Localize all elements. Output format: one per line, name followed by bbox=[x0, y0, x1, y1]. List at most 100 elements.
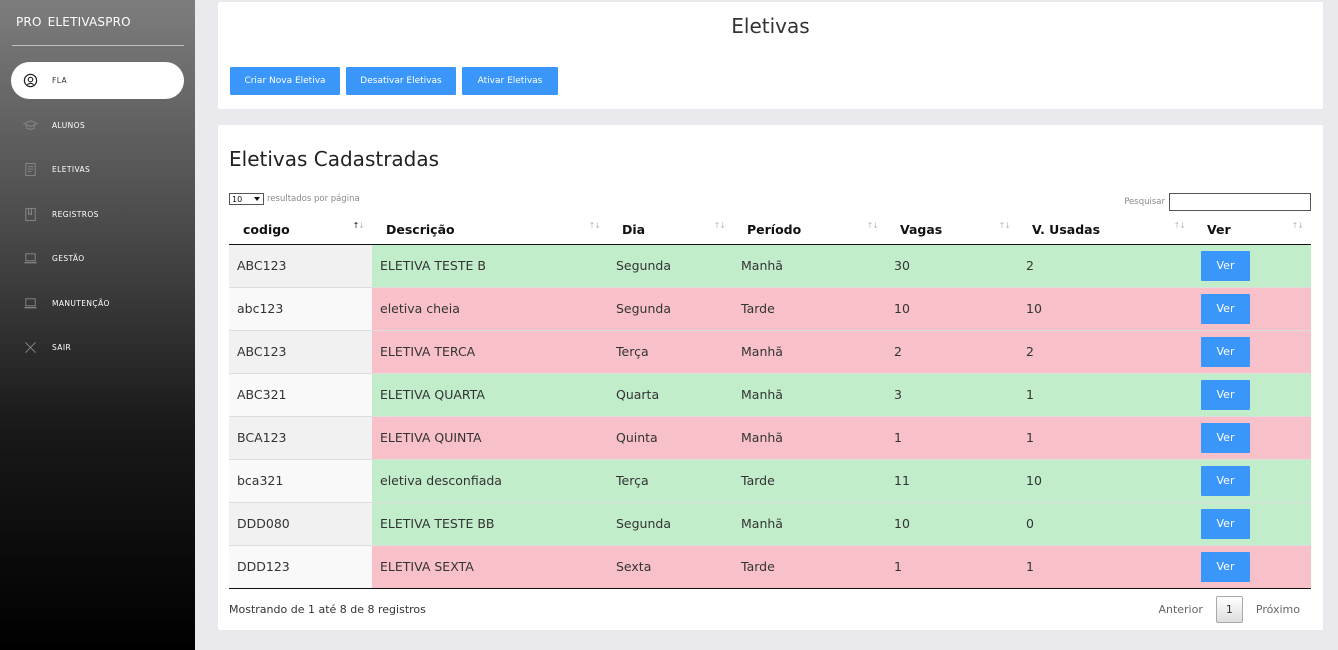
cell-vagas: 2 bbox=[886, 330, 1018, 374]
cell-codigo: ABC321 bbox=[229, 373, 372, 417]
header-card: Eletivas Criar Nova Eletiva Desativar El… bbox=[218, 2, 1323, 109]
pagination-next[interactable]: Próximo bbox=[1256, 603, 1300, 616]
sidebar-item-sair[interactable]: SAIR bbox=[0, 329, 195, 366]
view-button[interactable]: Ver bbox=[1201, 422, 1250, 453]
electives-table: codigo ↑↓ Descrição ↑↓ Dia ↑↓ Período ↑↓ Vag… bbox=[229, 216, 1311, 589]
pagination-previous[interactable]: Anterior bbox=[1158, 603, 1202, 616]
cell-ver: Ver bbox=[1193, 244, 1311, 288]
sidebar-item-eletivas[interactable]: ELETIVAS bbox=[0, 151, 195, 188]
table-info: Mostrando de 1 até 8 de 8 registros bbox=[229, 603, 426, 616]
cell-dia: Quinta bbox=[608, 416, 733, 460]
cell-dia: Sexta bbox=[608, 545, 733, 589]
view-button[interactable]: Ver bbox=[1201, 551, 1250, 582]
view-button[interactable]: Ver bbox=[1201, 336, 1250, 367]
brand-divider bbox=[12, 45, 184, 46]
cell-periodo: Tarde bbox=[733, 545, 886, 589]
search-input[interactable] bbox=[1169, 193, 1311, 211]
cell-descricao: ELETIVA TESTE B bbox=[372, 244, 608, 288]
cell-vagas: 1 bbox=[886, 545, 1018, 589]
view-button[interactable]: Ver bbox=[1201, 465, 1250, 496]
cell-periodo: Manhã bbox=[733, 330, 886, 374]
view-button[interactable]: Ver bbox=[1201, 379, 1250, 410]
column-header-ver[interactable]: Ver ↑↓ bbox=[1193, 216, 1311, 245]
table-row: ABC321 ELETIVA QUARTA Quarta Manhã 3 1 Ver bbox=[229, 373, 1311, 417]
sort-icon: ↑↓ bbox=[1173, 221, 1186, 230]
cell-vagas: 10 bbox=[886, 502, 1018, 546]
table-row: ABC123 ELETIVA TERCA Terça Manhã 2 2 Ver bbox=[229, 330, 1311, 374]
pagination-page-1[interactable]: 1 bbox=[1215, 596, 1243, 623]
page-title: Eletivas bbox=[731, 14, 810, 38]
cell-usadas: 1 bbox=[1018, 416, 1193, 460]
cell-descricao: ELETIVA SEXTA bbox=[372, 545, 608, 589]
document-icon bbox=[22, 162, 38, 178]
view-button[interactable]: Ver bbox=[1201, 250, 1250, 281]
page-length-label: resultados por página bbox=[267, 194, 360, 204]
column-header-vagas[interactable]: Vagas ↑↓ bbox=[886, 216, 1018, 245]
page-length-select[interactable]: 10 bbox=[229, 193, 264, 205]
cell-codigo: abc123 bbox=[229, 287, 372, 331]
sort-icon: ↑↓ bbox=[1291, 221, 1304, 230]
column-header-usadas[interactable]: V. Usadas ↑↓ bbox=[1018, 216, 1193, 245]
cell-descricao: ELETIVA QUINTA bbox=[372, 416, 608, 460]
table-body: ABC123 ELETIVA TESTE B Segunda Manhã 30 2 Ver a… bbox=[229, 244, 1311, 589]
search-control: Pesquisar bbox=[1124, 193, 1311, 211]
cell-dia: Terça bbox=[608, 459, 733, 503]
brand-name: ELETIVASPRO bbox=[47, 15, 131, 29]
activate-electives-button[interactable]: Ativar Eletivas bbox=[462, 67, 558, 95]
cell-ver: Ver bbox=[1193, 459, 1311, 503]
cell-codigo: BCA123 bbox=[229, 416, 372, 460]
cell-descricao: eletiva desconfiada bbox=[372, 459, 608, 503]
cell-vagas: 11 bbox=[886, 459, 1018, 503]
column-header-descricao[interactable]: Descrição ↑↓ bbox=[372, 216, 608, 245]
sidebar-item-gestao[interactable]: GESTÃO bbox=[0, 240, 195, 277]
column-header-codigo[interactable]: codigo ↑↓ bbox=[229, 216, 372, 245]
sidebar-item-fla[interactable]: FLA bbox=[11, 62, 184, 99]
cell-usadas: 10 bbox=[1018, 459, 1193, 503]
cell-ver: Ver bbox=[1193, 502, 1311, 546]
cell-periodo: Tarde bbox=[733, 459, 886, 503]
cell-descricao: eletiva cheia bbox=[372, 287, 608, 331]
section-title: Eletivas Cadastradas bbox=[229, 147, 440, 171]
cell-codigo: DDD080 bbox=[229, 502, 372, 546]
graduation-cap-icon bbox=[22, 117, 38, 133]
cell-codigo: ABC123 bbox=[229, 244, 372, 288]
create-elective-button[interactable]: Criar Nova Eletiva bbox=[230, 67, 340, 95]
view-button[interactable]: Ver bbox=[1201, 508, 1250, 539]
sort-icon: ↑↓ bbox=[998, 221, 1011, 230]
close-icon bbox=[22, 340, 38, 356]
view-button[interactable]: Ver bbox=[1201, 293, 1250, 324]
book-icon bbox=[22, 206, 38, 222]
sidebar-item-label: ELETIVAS bbox=[52, 165, 91, 174]
page-length-control: 10 resultados por página bbox=[229, 193, 360, 205]
table-row: BCA123 ELETIVA QUINTA Quinta Manhã 1 1 Ver bbox=[229, 416, 1311, 460]
cell-descricao: ELETIVA TERCA bbox=[372, 330, 608, 374]
sidebar-item-registros[interactable]: REGISTROS bbox=[0, 196, 195, 233]
column-header-periodo[interactable]: Período ↑↓ bbox=[733, 216, 886, 245]
sidebar-item-label: GESTÃO bbox=[52, 254, 85, 263]
deactivate-electives-button[interactable]: Desativar Eletivas bbox=[346, 67, 456, 95]
cell-ver: Ver bbox=[1193, 330, 1311, 374]
sort-icon: ↑↓ bbox=[713, 221, 726, 230]
cell-usadas: 10 bbox=[1018, 287, 1193, 331]
sidebar-item-manutencao[interactable]: MANUTENÇÃO bbox=[0, 285, 195, 322]
cell-vagas: 30 bbox=[886, 244, 1018, 288]
cell-descricao: ELETIVA TESTE BB bbox=[372, 502, 608, 546]
cell-dia: Segunda bbox=[608, 287, 733, 331]
column-header-dia[interactable]: Dia ↑↓ bbox=[608, 216, 733, 245]
cell-usadas: 1 bbox=[1018, 373, 1193, 417]
cell-usadas: 1 bbox=[1018, 545, 1193, 589]
sort-asc-icon: ↑↓ bbox=[352, 221, 365, 230]
cell-periodo: Manhã bbox=[733, 244, 886, 288]
cell-vagas: 3 bbox=[886, 373, 1018, 417]
cell-periodo: Tarde bbox=[733, 287, 886, 331]
cell-vagas: 10 bbox=[886, 287, 1018, 331]
sort-icon: ↑↓ bbox=[866, 221, 879, 230]
cell-usadas: 2 bbox=[1018, 330, 1193, 374]
cell-codigo: ABC123 bbox=[229, 330, 372, 374]
laptop-icon bbox=[22, 295, 38, 311]
sidebar-item-alunos[interactable]: ALUNOS bbox=[0, 107, 195, 144]
cell-dia: Segunda bbox=[608, 502, 733, 546]
sidebar-item-label: ALUNOS bbox=[52, 120, 86, 130]
cell-dia: Segunda bbox=[608, 244, 733, 288]
table-row: ABC123 ELETIVA TESTE B Segunda Manhã 30 2 Ver bbox=[229, 244, 1311, 288]
